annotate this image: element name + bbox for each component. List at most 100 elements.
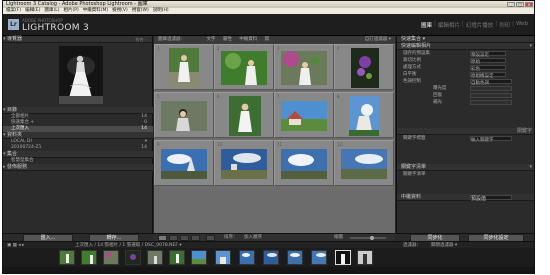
grid-cell[interactable]: 12 (334, 140, 394, 186)
grid-view: 圖庫過濾器： 文字 屬性 中繼資料 無 自訂過濾器 ▾ 1 2 3 4 5 6 … (154, 36, 395, 233)
saved-preset-dropdown[interactable]: 預設設定 (470, 51, 506, 58)
title-bar: Lightroom 3 Catalog - Adobe Photoshop Li… (3, 1, 534, 8)
grid-cell[interactable]: 7 (274, 92, 334, 138)
navigator-label: 導覽器 (7, 36, 23, 42)
grid-cell[interactable]: 4 (334, 44, 394, 90)
folders-label: 資料夾 (7, 132, 23, 138)
treatment-dropdown[interactable]: 彩色 (470, 65, 506, 72)
close-button[interactable]: × (525, 2, 533, 7)
thumbnail-size-slider-handle[interactable] (370, 236, 374, 240)
filmstrip-thumb[interactable] (239, 250, 255, 265)
metadata-header[interactable]: 中繼資料 預設值 (397, 194, 534, 202)
photo-thumbnail (161, 149, 207, 179)
minimize-button[interactable]: _ (507, 2, 515, 7)
app-window: Lightroom 3 Catalog - Adobe Photoshop Li… (2, 0, 535, 274)
keywording-header[interactable]: 關鍵字 (397, 128, 534, 135)
library-filter-bar: 圖庫過濾器： 文字 屬性 中繼資料 無 自訂過濾器 ▾ (154, 36, 395, 44)
left-panel: ▾ 導覽器 符合 · ▾ 目錄 全部相片 14 快速集合 + 0 上次匯入 14… (3, 36, 153, 233)
lightroom-logo: Lr (8, 19, 19, 30)
filter-bar-label: 圖庫過濾器： (158, 37, 185, 42)
collections-header[interactable]: ▾ 集合 (3, 151, 153, 158)
navigator-zoom[interactable]: 符合 · (135, 36, 146, 43)
module-web[interactable]: Web (516, 21, 528, 29)
qd-tone-control[interactable]: 色調控制 自動色調 (397, 78, 534, 86)
qd-white-balance[interactable]: 白平衡 原相機設定 (397, 71, 534, 79)
filter-attribute[interactable]: 屬性 (223, 37, 232, 42)
qd-saved-preset[interactable]: 儲存的預設集 預設設定 (397, 50, 534, 58)
filter-metadata[interactable]: 中繼資料 (239, 37, 257, 42)
photo-thumbnail (169, 48, 199, 88)
filmstrip-thumb[interactable] (215, 250, 231, 265)
recovery-buttons[interactable] (470, 93, 512, 98)
filmstrip (3, 248, 534, 267)
filmstrip-thumb-selected[interactable] (335, 250, 351, 265)
thumbnail-size-slider[interactable] (350, 237, 386, 239)
qd-treatment[interactable]: 處理方式 彩色 (397, 64, 534, 72)
product-name: LIGHTROOM 3 (22, 23, 89, 33)
filter-text[interactable]: 文字 (206, 37, 215, 42)
folders-header[interactable]: ▾ 資料夾 (3, 132, 153, 139)
white-balance-dropdown[interactable]: 原相機設定 (470, 72, 506, 79)
quick-collection-header[interactable]: 快速集合 ▾ (397, 36, 534, 43)
maximize-button[interactable]: □ (516, 2, 524, 7)
grid-cell[interactable]: 6 (214, 92, 274, 138)
filmstrip-thumb[interactable] (311, 250, 327, 265)
grid-cell[interactable]: 8 (334, 92, 394, 138)
filmstrip-thumb[interactable] (169, 250, 185, 265)
qd-fill-light[interactable]: 補光 (397, 99, 534, 106)
grid-cell[interactable]: 5 (154, 92, 214, 138)
filmstrip-thumb[interactable] (81, 250, 97, 265)
filter-preset[interactable]: 自訂過濾器 ▾ (365, 36, 391, 44)
bottom-panel-toggle-bar[interactable] (3, 267, 534, 273)
module-picker: 圖庫 | 編輯相片 | 幻燈片播放 | 列印 | Web (421, 21, 528, 29)
exposure-buttons[interactable] (470, 86, 512, 91)
keyword-list-header[interactable]: 關鍵字清單 ▾ (397, 164, 534, 171)
photo-thumbnail (221, 51, 267, 85)
module-develop[interactable]: 編輯相片 (438, 21, 460, 29)
grid-cell[interactable]: 3 (274, 44, 334, 90)
keyword-input[interactable]: 輸入關鍵字 (470, 136, 512, 143)
filmstrip-thumb[interactable] (147, 250, 163, 265)
auto-tone-button[interactable]: 自動色調 (470, 79, 512, 86)
catalog-header[interactable]: ▾ 目錄 (3, 107, 153, 114)
photo-thumbnail (281, 149, 327, 179)
qd-recovery[interactable]: 回復 (397, 92, 534, 99)
photo-thumbnail (281, 51, 327, 85)
photo-thumbnail (229, 96, 261, 136)
filmstrip-thumb[interactable] (125, 250, 141, 265)
right-panel: 快速集合 ▾ 快速編輯相片 ▾ 儲存的預設集 預設設定 裁切比例 原始 處理方式… (396, 36, 534, 233)
module-slideshow[interactable]: 幻燈片播放 (466, 21, 494, 29)
filmstrip-thumb[interactable] (357, 250, 373, 265)
module-print[interactable]: 列印 (499, 21, 510, 29)
qd-exposure[interactable]: 曝光度 (397, 85, 534, 92)
photo-thumbnail (221, 149, 267, 179)
qd-crop-ratio[interactable]: 裁切比例 原始 (397, 57, 534, 65)
crop-ratio-dropdown[interactable]: 原始 (470, 58, 506, 65)
grid-cell[interactable]: 1 (154, 44, 214, 90)
filmstrip-thumb[interactable] (103, 250, 119, 265)
quick-develop-header[interactable]: 快速編輯相片 ▾ (397, 43, 534, 50)
keyword-list-row[interactable]: 關鍵字清單 (397, 171, 534, 178)
keyword-tags-row[interactable]: 關鍵字標籤 輸入關鍵字 (397, 135, 534, 143)
fill-light-buttons[interactable] (470, 100, 512, 105)
navigator-header[interactable]: ▾ 導覽器 符合 · (3, 36, 152, 43)
filmstrip-thumb[interactable] (263, 250, 279, 265)
catalog-label: 目錄 (7, 107, 18, 113)
module-library[interactable]: 圖庫 (421, 21, 432, 29)
grid-cell[interactable]: 10 (214, 140, 274, 186)
filmstrip-thumb[interactable] (287, 250, 303, 265)
photo-thumbnail (281, 101, 327, 131)
grid-cell[interactable]: 11 (274, 140, 334, 186)
grid-cell[interactable]: 9 (154, 140, 214, 186)
navigator-preview[interactable] (59, 46, 103, 104)
metadata-preset-dropdown[interactable]: 預設值 (470, 195, 512, 202)
filmstrip-thumb[interactable] (59, 250, 75, 265)
photo-thumbnail (341, 149, 387, 179)
publish-header[interactable]: ▸ 發佈服務 (3, 164, 153, 171)
filter-none[interactable]: 無 (265, 37, 270, 42)
identity-plate: Lr ADOBE PHOTOSHOP LIGHTROOM 3 圖庫 | 編輯相片… (3, 14, 534, 36)
grid-cell[interactable]: 2 (214, 44, 274, 90)
photo-thumbnail (161, 101, 207, 131)
filmstrip-thumb[interactable] (191, 250, 207, 265)
photo-thumbnail (349, 96, 379, 136)
